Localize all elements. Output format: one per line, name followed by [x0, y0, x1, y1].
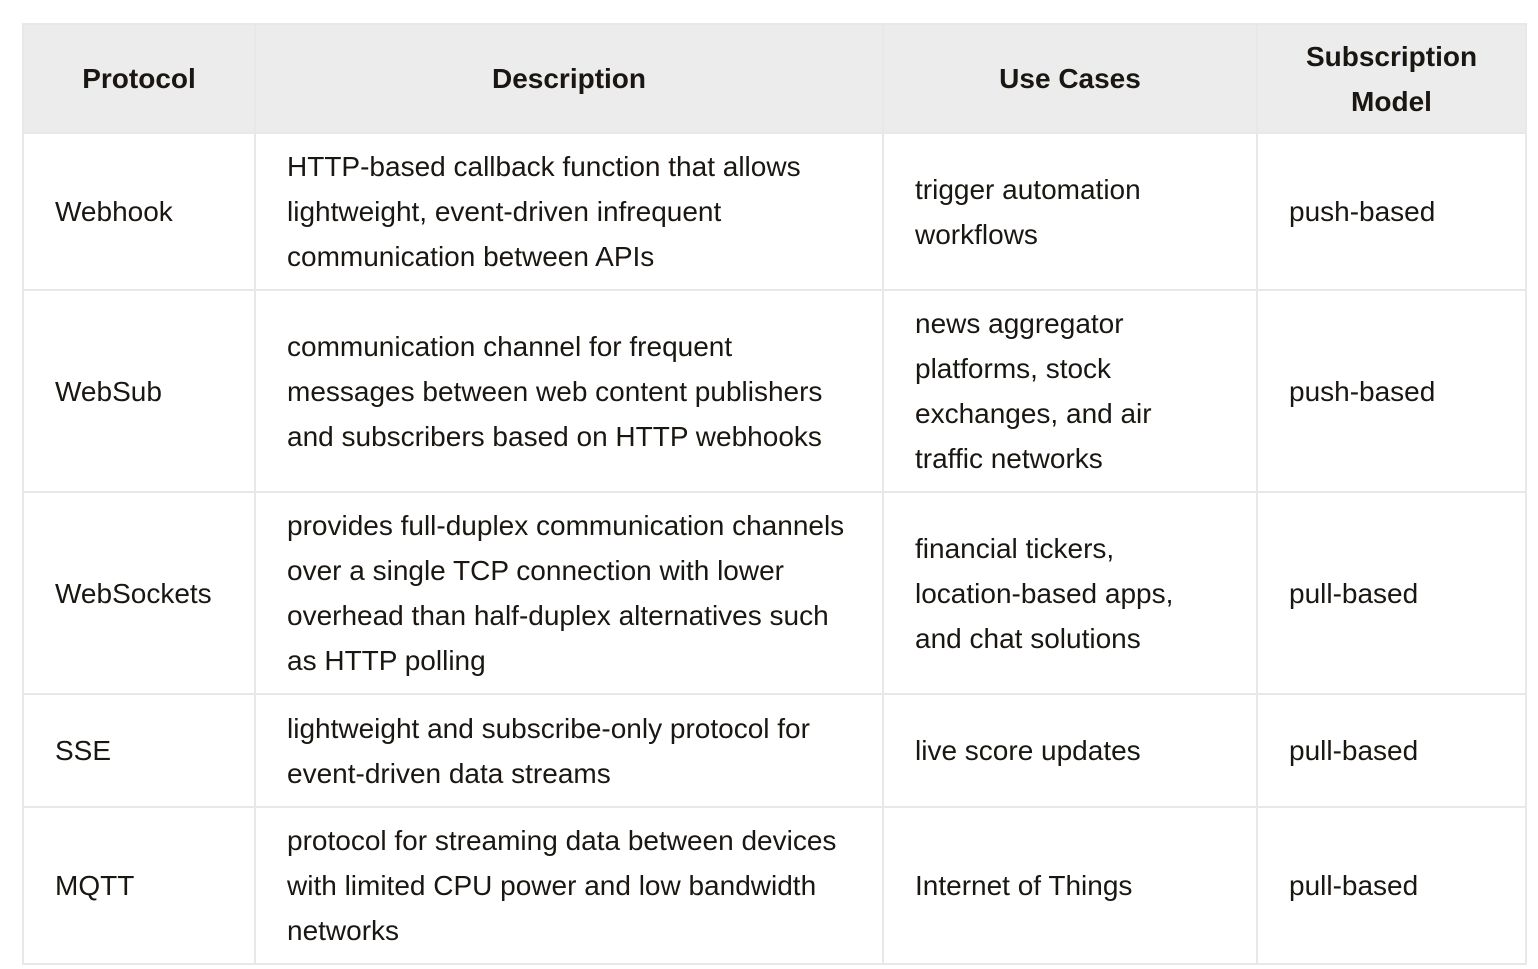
header-row: Protocol Description Use Cases Subscript… [22, 23, 1527, 134]
table-row: WebSockets provides full-duplex communic… [22, 491, 1527, 695]
subscription-model-cell: pull-based [1256, 693, 1527, 808]
header-subscription-model: Subscription Model [1256, 23, 1527, 134]
header-use-cases: Use Cases [882, 23, 1258, 134]
description-cell: communication channel for frequent messa… [254, 289, 884, 493]
table-row: MQTT protocol for streaming data between… [22, 806, 1527, 965]
table-row: SSE lightweight and subscribe-only proto… [22, 693, 1527, 808]
subscription-model-cell: pull-based [1256, 491, 1527, 695]
use-cases-cell: Internet of Things [882, 806, 1258, 965]
description-cell: protocol for streaming data between devi… [254, 806, 884, 965]
description-cell: lightweight and subscribe-only protocol … [254, 693, 884, 808]
protocol-cell: WebSockets [22, 491, 256, 695]
description-cell: provides full-duplex communication chann… [254, 491, 884, 695]
protocol-cell: Webhook [22, 132, 256, 291]
use-cases-cell: news aggregator platforms, stock exchang… [882, 289, 1258, 493]
protocol-cell: MQTT [22, 806, 256, 965]
table-header: Protocol Description Use Cases Subscript… [22, 23, 1527, 134]
table-body: Webhook HTTP-based callback function tha… [22, 132, 1527, 965]
description-cell: HTTP-based callback function that allows… [254, 132, 884, 291]
use-cases-cell: financial tickers, location-based apps, … [882, 491, 1258, 695]
protocol-cell: WebSub [22, 289, 256, 493]
table-row: WebSub communication channel for frequen… [22, 289, 1527, 493]
header-description: Description [254, 23, 884, 134]
subscription-model-cell: pull-based [1256, 806, 1527, 965]
subscription-model-cell: push-based [1256, 132, 1527, 291]
subscription-model-cell: push-based [1256, 289, 1527, 493]
use-cases-cell: trigger automation workflows [882, 132, 1258, 291]
table-row: Webhook HTTP-based callback function tha… [22, 132, 1527, 291]
use-cases-cell: live score updates [882, 693, 1258, 808]
protocol-cell: SSE [22, 693, 256, 808]
protocol-comparison-table: Protocol Description Use Cases Subscript… [22, 23, 1527, 965]
header-protocol: Protocol [22, 23, 256, 134]
